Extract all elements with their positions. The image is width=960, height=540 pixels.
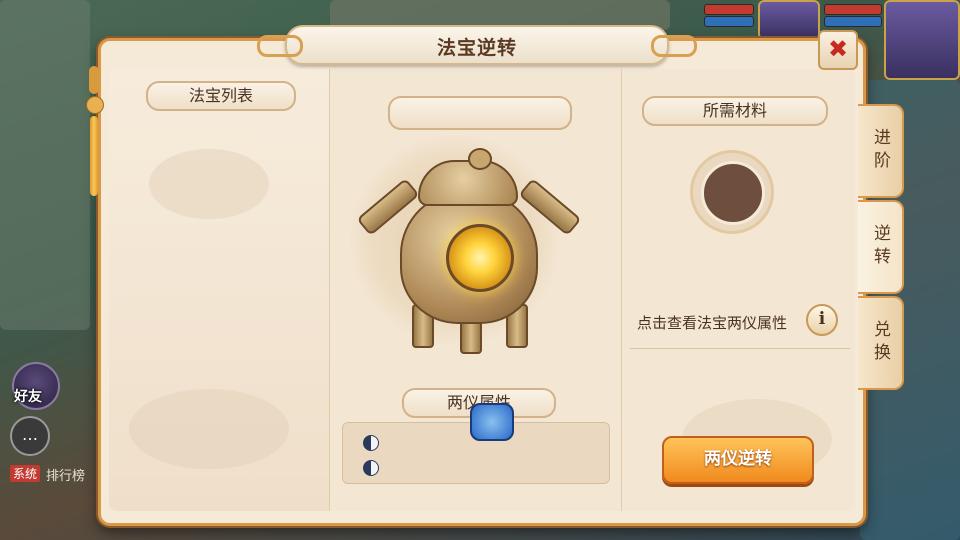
turtle-pet-icon[interactable] xyxy=(470,403,514,441)
pet-mp-bar xyxy=(704,16,754,27)
tab-reverse[interactable]: 逆转 xyxy=(858,200,904,294)
player-mp-bar xyxy=(824,16,882,27)
treasure-list-column xyxy=(109,69,330,511)
title-banner: 法宝逆转 xyxy=(257,25,697,65)
materials-header: 所需材料 xyxy=(642,96,828,126)
cloud-decoration xyxy=(129,389,289,469)
reverse-button[interactable]: 两仪逆转 xyxy=(662,436,814,484)
divider xyxy=(630,348,850,349)
treasure-name-plate xyxy=(388,96,572,130)
chat-channel-tag: 系统 xyxy=(10,465,41,482)
material-slot[interactable] xyxy=(690,150,774,234)
yin-yang-icon xyxy=(363,460,379,476)
treasure-cauldron-lid xyxy=(418,160,518,206)
player-avatar[interactable] xyxy=(884,0,960,80)
treasure-list-header: 法宝列表 xyxy=(146,81,296,111)
treasure-cauldron-knob xyxy=(468,148,492,170)
cloud-decoration xyxy=(149,149,269,219)
friends-label: 好友 xyxy=(14,389,42,405)
pet-hp-bar xyxy=(704,4,754,15)
tassel-decoration xyxy=(86,66,104,196)
pet-portrait[interactable] xyxy=(758,0,820,40)
close-button[interactable]: ✖ xyxy=(818,30,858,70)
tab-advance[interactable]: 进阶 xyxy=(858,104,904,198)
yin-yang-icon xyxy=(363,435,379,451)
info-icon[interactable]: i xyxy=(806,304,838,336)
treasure-glowing-orb xyxy=(446,224,514,292)
background-building xyxy=(0,0,90,330)
view-attributes-hint[interactable]: 点击查看法宝两仪属性 xyxy=(637,312,787,333)
player-hp-bar xyxy=(824,4,882,15)
dialog-title: 法宝逆转 xyxy=(436,37,517,59)
chat-message[interactable]: 排行榜 xyxy=(46,465,85,484)
material-slot-empty xyxy=(701,161,765,225)
chat-icon[interactable]: … xyxy=(10,416,50,456)
tab-exchange[interactable]: 兑换 xyxy=(858,296,904,390)
